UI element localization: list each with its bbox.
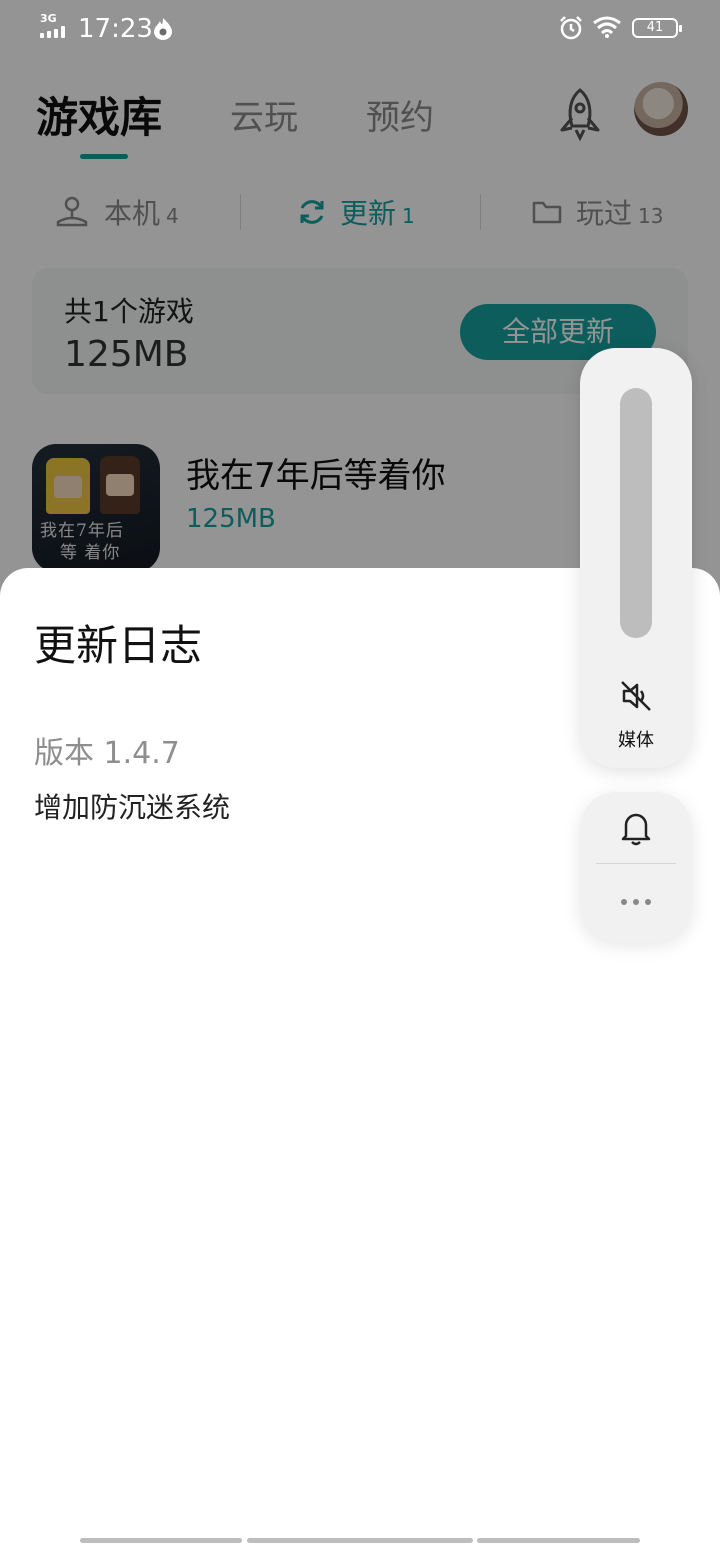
version-text: 版本 1.4.7 bbox=[34, 736, 180, 771]
sheet-title: 更新日志 bbox=[34, 621, 203, 670]
ringer-divider bbox=[596, 863, 676, 864]
flame-icon bbox=[154, 18, 172, 40]
alarm-icon bbox=[560, 16, 582, 40]
volume-panel: 媒体 bbox=[580, 348, 692, 768]
signal-icon bbox=[40, 26, 70, 38]
changelog-text: 增加防沉迷系统 bbox=[34, 791, 231, 824]
bell-icon[interactable] bbox=[618, 808, 654, 848]
speaker-muted-icon[interactable] bbox=[618, 678, 654, 714]
ringer-panel bbox=[580, 792, 692, 942]
media-label: 媒体 bbox=[618, 730, 654, 751]
status-bar: 3G 17:23 41 bbox=[0, 0, 720, 58]
more-icon[interactable] bbox=[620, 898, 652, 906]
clock: 17:23 bbox=[78, 14, 153, 44]
media-volume-slider[interactable] bbox=[620, 388, 652, 638]
gesture-nav-bar[interactable] bbox=[80, 1538, 640, 1544]
network-type: 3G bbox=[40, 12, 57, 25]
battery-indicator: 41 bbox=[632, 18, 682, 38]
wifi-icon bbox=[593, 16, 621, 38]
